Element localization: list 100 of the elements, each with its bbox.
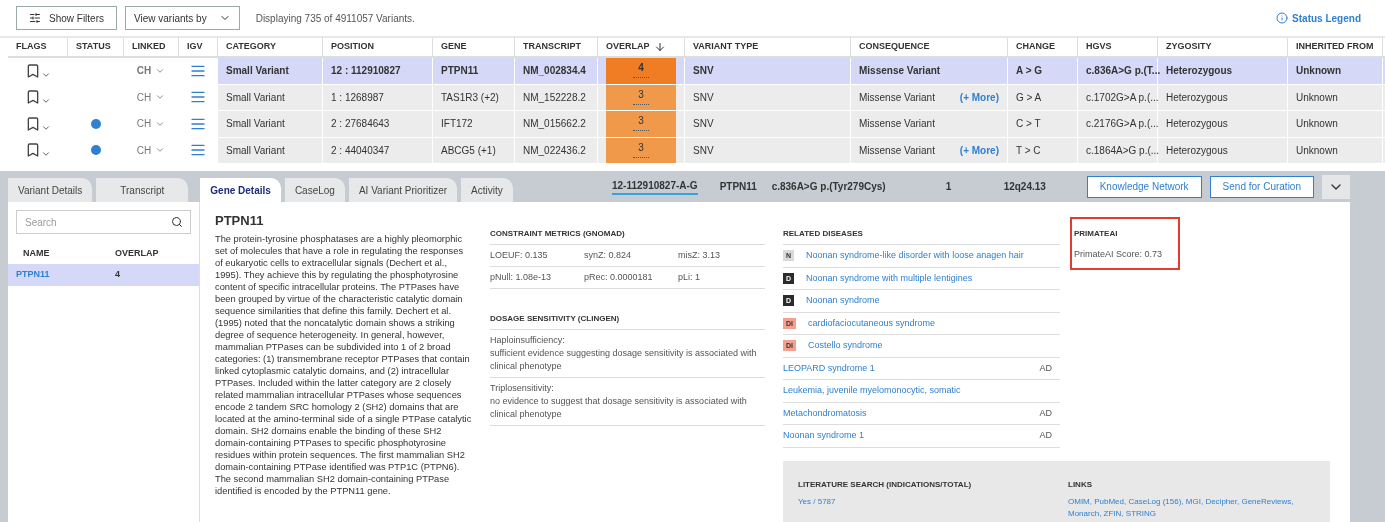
metric-value: pRec: 0.0000181 xyxy=(584,270,654,284)
search-field[interactable]: Search xyxy=(16,210,191,234)
table-cell-text: NM_015662.2 xyxy=(523,117,586,132)
table-row[interactable]: CH Small Variant 12 : 112910827 PTPN11 NM_002834.4 4 SNV Missense Variant A > G c.836A>G p.(T... Heterozygous Unknown xyxy=(8,58,1385,85)
table-cell-text: Heterozygous xyxy=(1166,90,1228,105)
table-cell-text: G > A xyxy=(1016,90,1042,105)
table-row[interactable]: CH Small Variant 1 : 1268987 TAS1R3 (+2) NM_152228.2 3 SNV Missense Variant (+ More) G > A c.1702G>A p.(... Heterozygous Unknown xyxy=(8,84,1385,111)
external-links[interactable]: OMIM, PubMed, CaseLog (156), MGI, Decipher, GeneReviews, Monarch, ZFIN, STRING xyxy=(1068,495,1315,520)
count-text: 1 xyxy=(945,180,953,194)
inheritance-mode: AD xyxy=(1039,429,1053,442)
column-header[interactable]: INHERITED FROM xyxy=(1296,40,1374,54)
table-cell-text: Unknown xyxy=(1296,143,1338,158)
dosage-value: no evidence to suggest that dosage sensitivity is associated with clinical phenotype xyxy=(490,395,748,421)
table-cell-text: 12 : 112910827 xyxy=(331,64,401,79)
column-header[interactable]: OVERLAP xyxy=(606,40,666,54)
show-filters-button[interactable]: Show Filters xyxy=(16,6,117,30)
collapse-button[interactable] xyxy=(1322,174,1350,199)
disease-link[interactable]: cardiofaciocutaneous syndrome xyxy=(808,316,936,330)
column-header[interactable]: VARIANT TYPE xyxy=(693,40,759,54)
overlap-cell: 3 xyxy=(606,137,676,163)
column-header[interactable]: POSITION xyxy=(331,40,374,54)
inheritance-mode: AD xyxy=(1039,361,1053,375)
sort-arrow-icon xyxy=(653,41,666,53)
table-cell-text: c.836A>G p.(T... xyxy=(1086,64,1161,79)
table-cell-text: Unknown xyxy=(1296,64,1341,79)
action-button[interactable]: Send for Curation xyxy=(1209,175,1314,198)
column-header[interactable]: ZYGOSITY xyxy=(1166,40,1212,54)
column-header[interactable]: HGVS xyxy=(1086,40,1112,54)
disease-link[interactable]: Noonan syndrome 1 xyxy=(783,429,865,443)
detail-tab[interactable]: CaseLog xyxy=(284,178,345,202)
table-row[interactable]: CH Small Variant 2 : 27684643 IFT172 NM_015662.2 3 SNV Missense Variant C > T c.2176G>A p.(... Heterozygous Unknown xyxy=(8,111,1385,138)
disease-link[interactable]: Metachondromatosis xyxy=(783,406,867,420)
table-cell-text: Missense Variant xyxy=(859,117,935,132)
cytoband-text: 12q24.13 xyxy=(1003,180,1046,194)
disease-link[interactable]: Costello syndrome xyxy=(808,339,883,353)
more-link[interactable]: (+ More) xyxy=(959,142,999,158)
table-cell-text: SNV xyxy=(693,90,714,105)
view-variants-dropdown[interactable]: View variants by xyxy=(125,6,240,30)
table-cell-text: Unknown xyxy=(1296,90,1338,105)
column-header[interactable]: LINKED xyxy=(132,40,166,54)
table-cell-text: IFT172 xyxy=(441,117,473,132)
table-cell-text: PTPN11 xyxy=(441,64,479,79)
column-header[interactable]: CHANGE xyxy=(1016,40,1055,54)
disease-link[interactable]: Noonan syndrome with multiple lentigines xyxy=(806,271,973,285)
status-legend-link[interactable]: Status Legend xyxy=(1276,10,1361,26)
table-cell-text: Missense Variant xyxy=(859,90,935,105)
overlap-cell: 4 xyxy=(606,58,676,84)
detail-tab[interactable]: Transcript xyxy=(96,178,189,202)
disease-link[interactable]: LEOPARD syndrome 1 xyxy=(783,361,875,375)
table-cell-text: Small Variant xyxy=(226,143,285,158)
column-header[interactable]: FLAGS xyxy=(16,40,47,54)
table-cell-text: C > T xyxy=(1016,117,1041,132)
gene-title: PTPN11 xyxy=(215,212,265,230)
detail-tab[interactable]: Gene Details xyxy=(200,178,281,202)
table-cell-text: 2 : 27684643 xyxy=(331,117,390,132)
more-link[interactable]: (+ More) xyxy=(959,89,999,105)
action-button[interactable]: Knowledge Network xyxy=(1086,175,1202,198)
section-title: LITERATURE SEARCH (INDICATIONS/TOTAL) xyxy=(798,478,973,491)
table-cell-text: SNV xyxy=(693,143,714,158)
disease-link[interactable]: Noonan syndrome-like disorder with loose anagen hair xyxy=(806,249,1024,263)
gene-description: The protein-tyrosine phosphatases are a highly pleomorphic set of molecules that have a role in regulating the responses of eukaryotic cells to extracellular signals (Dechert et al., 1995). They achieve this by regulating the phosphotyrosine content of specific intracellular proteins. The PTPases have been grouped by virtue of the characteristic catalytic domain sequence similarities that define this family. Dechert et al. (1995) noted that the noncatalytic domain shows a striking degree of sequence heterogeneity. In general, however, mammalian PTPases can be subdivided into 1 of 2 broad categories: (1) transmembrane receptor PTPases that contain linked cytoplasmic catalytic domains, and (2) intracellular PTPases. Included within the latter category are 2 closely related mammalian intracellular PTPases whose sequences encode 2 tandem SRC homology 2 (SH2) domains that are located at the amino-terminal side of a single PTPase catalytic domain. SH2 domains enable the binding of these SH2 domain-containing PTPases to specific phosphotyrosine residues within protein sequences. The first mammalian SH2 domain-containing PTPase identified was PTP1C (PTPN6). The second mammalian SH2 domain-containing PTPase identified is encoded by the PTPN11 gene. xyxy=(215,232,472,497)
table-cell-text: Heterozygous xyxy=(1166,64,1233,79)
table-cell-text: Unknown xyxy=(1296,117,1338,132)
column-header: NAME xyxy=(23,247,51,261)
detail-tab[interactable]: AI Variant Prioritizer xyxy=(348,178,458,202)
table-cell-text: Small Variant xyxy=(226,117,285,132)
search-icon[interactable] xyxy=(171,216,183,228)
detail-tab[interactable]: Variant Details xyxy=(8,178,93,202)
filter-icon xyxy=(29,12,41,24)
section-title: CONSTRAINT METRICS (GNOMAD) xyxy=(490,228,765,245)
table-cell-text: Heterozygous xyxy=(1166,117,1228,132)
section-title: DOSAGE SENSITIVITY (CLINGEN) xyxy=(490,313,765,330)
inheritance-mode: AD xyxy=(1039,406,1053,420)
column-header[interactable]: STATUS xyxy=(76,40,111,54)
dosage-value: sufficient evidence suggesting dosage sensitivity is associated with clinical phenotype xyxy=(490,347,758,373)
gene-list-row[interactable]: PTPN11 4 xyxy=(8,264,199,286)
detail-tab[interactable]: Activity xyxy=(461,178,513,202)
table-cell-text: 1 : 1268987 xyxy=(331,90,384,105)
table-cell-text: Missense Variant xyxy=(859,143,935,158)
table-cell-text: 2 : 44040347 xyxy=(331,143,390,158)
table-cell-text: A > G xyxy=(1016,64,1043,79)
column-header[interactable]: CATEGORY xyxy=(226,40,276,54)
overlap-cell: 3 xyxy=(606,111,676,137)
disease-link[interactable]: Leukemia, juvenile myelomonocytic, somatic xyxy=(783,384,961,398)
primateai-score: PrimateAI Score: 0.73 xyxy=(1074,248,1164,261)
dosage-label: Triplosensitivity: xyxy=(490,382,555,395)
column-header[interactable]: TRANSCRIPT xyxy=(523,40,581,54)
table-cell-text: c.1702G>A p.(... xyxy=(1086,90,1159,105)
table-row[interactable]: CH Small Variant 2 : 44040347 ABCG5 (+1) NM_022436.2 3 SNV Missense Variant (+ More) T > C c.1864A>G p.(... Heterozygous Unknown xyxy=(8,137,1385,164)
table-cell-text: NM_152228.2 xyxy=(523,90,586,105)
variant-count: Displaying 735 of 4911057 Variants. xyxy=(255,11,415,26)
column-header[interactable]: CONSEQUENCE xyxy=(859,40,930,54)
disease-link[interactable]: Noonan syndrome xyxy=(806,294,880,308)
table-cell-text: Small Variant xyxy=(226,64,289,79)
column-header[interactable]: GENE xyxy=(441,40,467,54)
section-title: PRIMATEAI xyxy=(1074,228,1119,240)
variant-link[interactable]: 12-112910827-A-G xyxy=(612,178,698,195)
literature-link[interactable]: Yes / 5787 xyxy=(798,495,1068,508)
gene-symbol: PTPN11 xyxy=(719,180,758,194)
column-header[interactable]: IGV xyxy=(187,40,203,54)
